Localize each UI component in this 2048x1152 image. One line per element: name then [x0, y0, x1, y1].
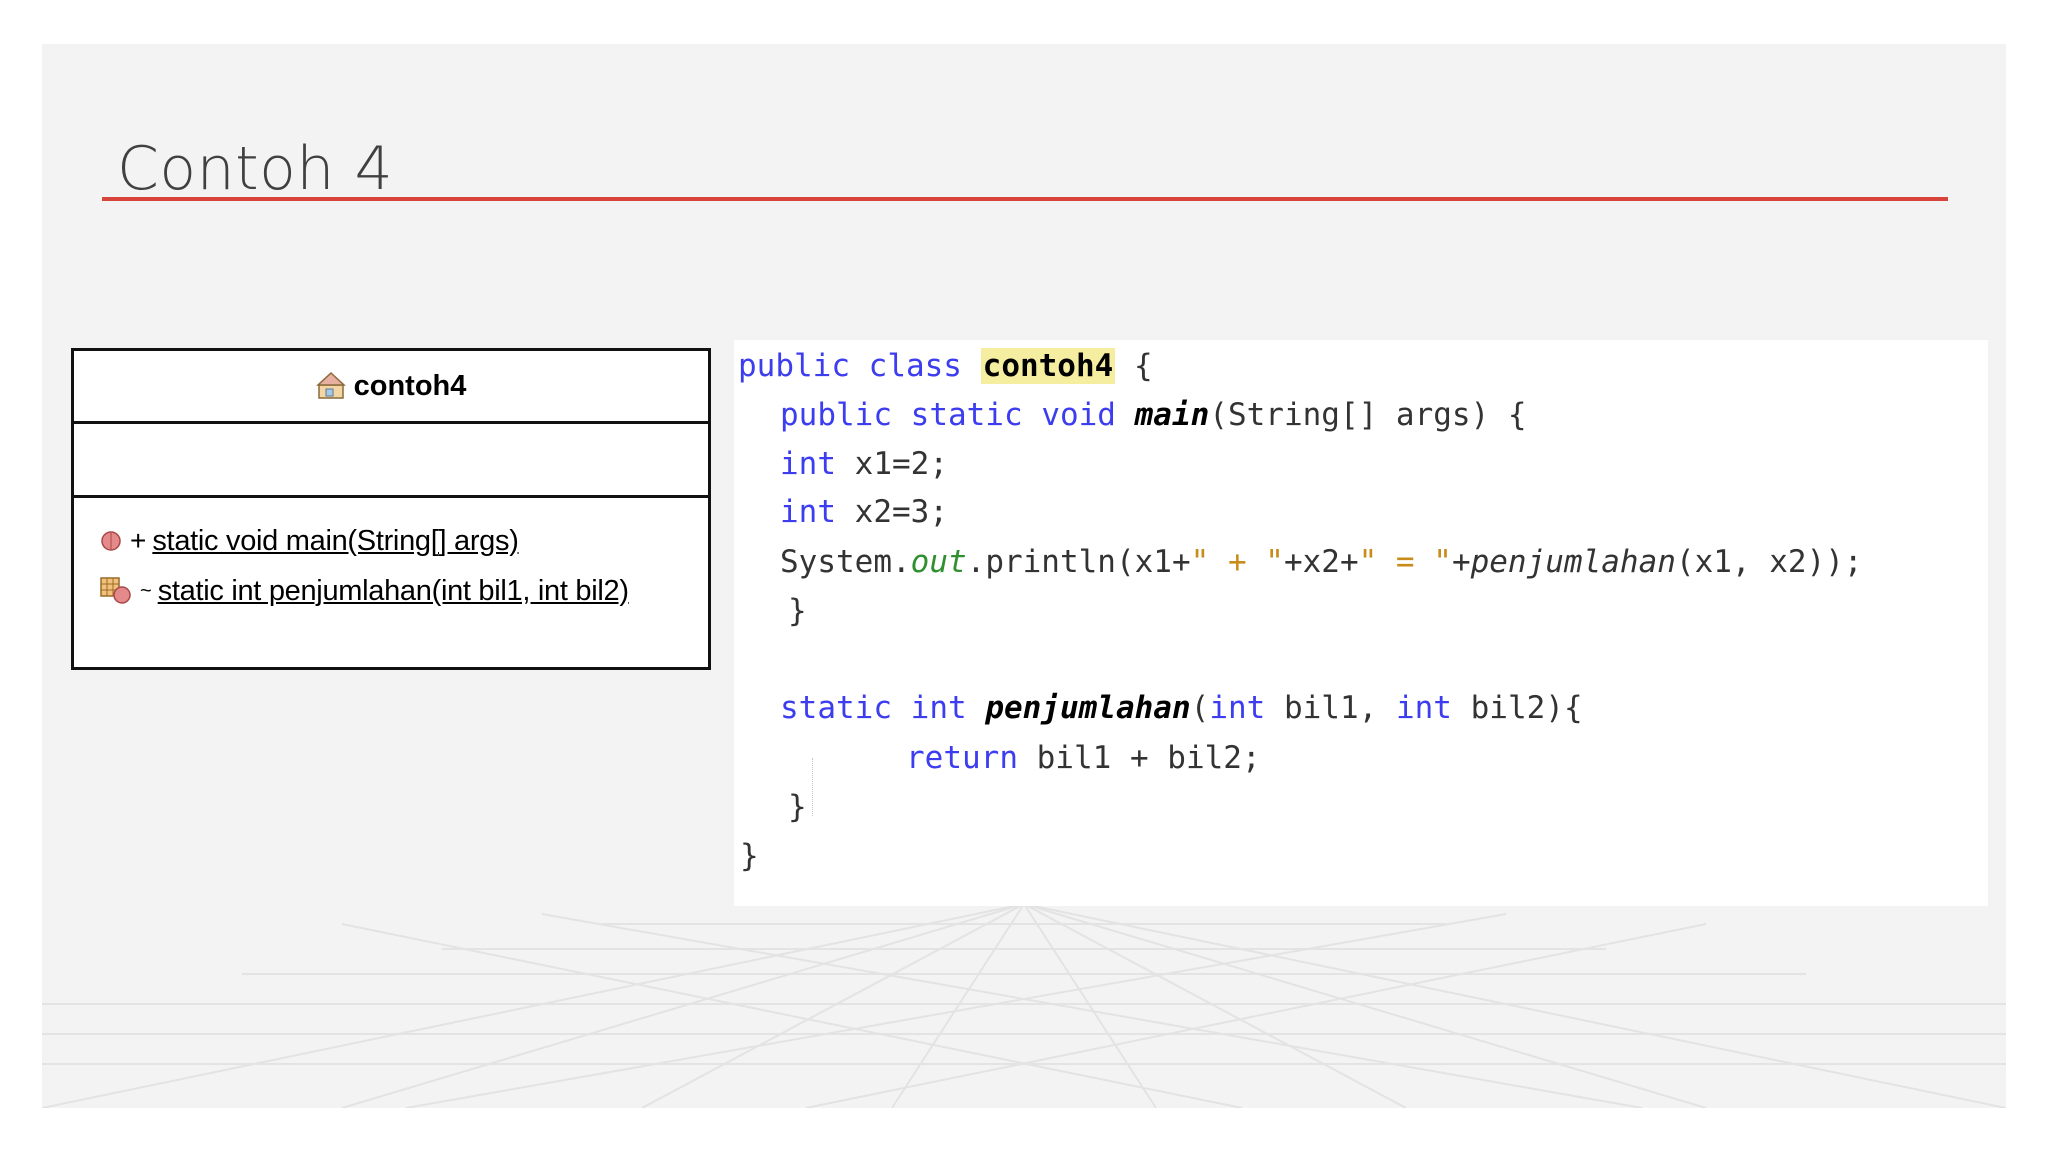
- code-text: }: [788, 593, 807, 629]
- indent-guide: [812, 758, 813, 816]
- slide: Contoh 4 contoh4 + static void main(Stri…: [42, 44, 2006, 1108]
- string-literal: " + ": [1190, 544, 1284, 580]
- keyword: void: [1041, 397, 1116, 433]
- code-line-5: System.out.println(x1+" + "+x2+" = "+pen…: [780, 542, 1863, 582]
- static-field: out: [910, 544, 967, 580]
- keyword: static: [780, 690, 892, 726]
- keyword: int: [910, 690, 967, 726]
- public-method-icon: [101, 531, 121, 551]
- code-text: .println(x1+: [966, 544, 1191, 580]
- code-panel: public class contoh4 { public static voi…: [734, 340, 1988, 906]
- code-text: x1=2;: [836, 446, 948, 482]
- keyword: int: [1209, 690, 1266, 726]
- code-text: }: [788, 789, 807, 825]
- string-literal: " = ": [1358, 544, 1452, 580]
- uml-operation-main: + static void main(String[] args): [74, 516, 708, 566]
- keyword: return: [906, 740, 1018, 776]
- class-name-highlight: contoh4: [980, 348, 1116, 384]
- uml-class-box: contoh4 + static void main(String[] args…: [71, 348, 711, 670]
- code-line-1: public class contoh4 {: [738, 346, 1153, 386]
- keyword: public: [780, 397, 892, 433]
- uml-class-header: contoh4: [74, 351, 708, 424]
- code-line-9: }: [788, 787, 807, 827]
- keyword: class: [868, 348, 962, 384]
- code-line-7: static int penjumlahan(int bil1, int bil…: [780, 688, 1583, 728]
- visibility-package: ~: [140, 579, 152, 602]
- code-line-10: }: [740, 836, 759, 876]
- keyword: int: [780, 446, 836, 482]
- code-text: (x1, x2));: [1675, 544, 1863, 580]
- title-underline: [102, 197, 1948, 201]
- code-line-2: public static void main(String[] args) {: [780, 395, 1527, 435]
- code-text: System.: [780, 544, 911, 580]
- code-text: (String[] args) {: [1209, 397, 1527, 433]
- method-name: penjumlahan: [985, 690, 1191, 726]
- uml-operations-section: + static void main(String[] args) ~ stat…: [74, 498, 708, 616]
- code-text: +: [1451, 544, 1471, 580]
- uml-class-name: contoh4: [353, 369, 467, 402]
- slide-title: Contoh 4: [117, 134, 394, 204]
- uml-attributes-section: [74, 424, 708, 498]
- keyword: public: [738, 348, 850, 384]
- package-method-icon: [100, 577, 131, 604]
- method-name: main: [1134, 397, 1210, 433]
- code-text: +x2+: [1283, 544, 1359, 580]
- code-text: bil1,: [1265, 690, 1396, 726]
- code-line-3: int x1=2;: [780, 444, 948, 484]
- code-text: }: [740, 838, 759, 874]
- static-method-call: penjumlahan: [1470, 544, 1676, 580]
- code-text: {: [1115, 348, 1153, 384]
- operation-signature: static int penjumlahan(int bil1, int bil…: [157, 574, 629, 607]
- uml-operation-penjumlahan: ~ static int penjumlahan(int bil1, int b…: [74, 566, 708, 616]
- class-icon: [315, 371, 346, 399]
- code-text: x2=3;: [836, 494, 948, 530]
- code-text: bil1 + bil2;: [1017, 740, 1261, 776]
- operation-signature: static void main(String[] args): [152, 524, 519, 557]
- visibility-public: +: [130, 525, 147, 556]
- keyword: static: [910, 397, 1023, 433]
- code-line-6: }: [788, 591, 807, 631]
- code-text: bil2){: [1451, 690, 1583, 726]
- code-line-4: int x2=3;: [780, 492, 948, 532]
- keyword: int: [1395, 690, 1452, 726]
- code-text: (: [1190, 690, 1210, 726]
- code-line-8: return bil1 + bil2;: [906, 738, 1261, 778]
- keyword: int: [780, 494, 836, 530]
